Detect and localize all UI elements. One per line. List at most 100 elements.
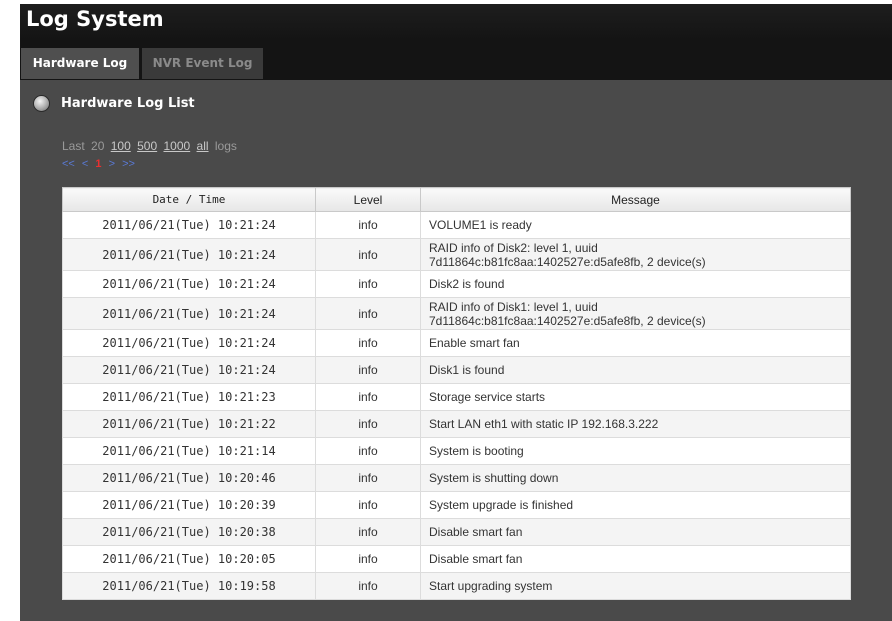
cell-level: info (315, 491, 421, 519)
message-line: System is booting (429, 444, 524, 458)
section-title: Hardware Log List (61, 95, 195, 111)
cell-message: Start LAN eth1 with static IP 192.168.3.… (420, 410, 851, 438)
cell-datetime: 2011/06/21(Tue) 10:21:24 (62, 356, 316, 384)
message-line: Start upgrading system (429, 579, 553, 593)
message-line: System upgrade is finished (429, 498, 574, 512)
cell-level: info (315, 297, 421, 330)
hardware-log-table: Date / Time Level Message 2011/06/21(Tue… (62, 187, 851, 600)
cell-level: info (315, 410, 421, 438)
message-line: Disable smart fan (429, 525, 523, 539)
table-row: 2011/06/21(Tue) 10:20:05 info Disable sm… (62, 545, 851, 573)
message-line: System is shutting down (429, 471, 559, 485)
cell-message: Enable smart fan (420, 329, 851, 357)
log-count-option-1000[interactable]: 1000 (163, 139, 190, 153)
table-row: 2011/06/21(Tue) 10:20:46 info System is … (62, 464, 851, 492)
message-line: 7d11864c:b81fc8aa:1402527e:d5afe8fb, 2 d… (429, 313, 706, 328)
cell-datetime: 2011/06/21(Tue) 10:21:24 (62, 270, 316, 298)
message-line: VOLUME1 is ready (429, 218, 532, 232)
table-row: 2011/06/21(Tue) 10:20:38 info Disable sm… (62, 518, 851, 546)
table-header-row: Date / Time Level Message (62, 187, 851, 212)
cell-datetime: 2011/06/21(Tue) 10:21:24 (62, 238, 316, 271)
log-count-prefix: Last (62, 139, 85, 153)
first-page-link[interactable]: << (62, 158, 75, 170)
cell-message: Disk1 is found (420, 356, 851, 384)
table-row: 2011/06/21(Tue) 10:21:24 info Enable sma… (62, 329, 851, 357)
message-line: Disk2 is found (429, 277, 505, 291)
table-row: 2011/06/21(Tue) 10:19:58 info Start upgr… (62, 572, 851, 600)
cell-message: Disk2 is found (420, 270, 851, 298)
cell-message: Storage service starts (420, 383, 851, 411)
cell-message: RAID info of Disk2: level 1, uuid 7d11864… (420, 238, 851, 271)
cell-message: VOLUME1 is ready (420, 211, 851, 239)
current-page: 1 (95, 158, 102, 170)
bullet-icon (34, 95, 49, 111)
table-row: 2011/06/21(Tue) 10:21:24 info RAID info … (62, 238, 851, 271)
cell-datetime: 2011/06/21(Tue) 10:21:14 (62, 437, 316, 465)
next-page-link[interactable]: > (109, 158, 115, 170)
message-line: Start LAN eth1 with static IP 192.168.3.… (429, 417, 659, 431)
cell-level: info (315, 383, 421, 411)
log-count-option-100[interactable]: 100 (111, 139, 131, 153)
cell-message: Start upgrading system (420, 572, 851, 600)
log-count-option-all[interactable]: all (197, 139, 209, 153)
cell-level: info (315, 437, 421, 465)
pagination: << < 1 > >> (62, 158, 139, 170)
cell-message: RAID info of Disk1: level 1, uuid 7d11864… (420, 297, 851, 330)
title-bar: Log System (20, 4, 892, 40)
table-row: 2011/06/21(Tue) 10:21:23 info Storage se… (62, 383, 851, 411)
cell-datetime: 2011/06/21(Tue) 10:20:46 (62, 464, 316, 492)
column-header-datetime[interactable]: Date / Time (62, 187, 316, 212)
last-page-link[interactable]: >> (122, 158, 135, 170)
cell-message: Disable smart fan (420, 518, 851, 546)
cell-datetime: 2011/06/21(Tue) 10:21:24 (62, 329, 316, 357)
cell-level: info (315, 270, 421, 298)
table-row: 2011/06/21(Tue) 10:21:24 info RAID info … (62, 297, 851, 330)
cell-level: info (315, 211, 421, 239)
tab-hardware-log[interactable]: Hardware Log (21, 48, 139, 79)
column-header-message[interactable]: Message (420, 187, 851, 212)
cell-datetime: 2011/06/21(Tue) 10:20:39 (62, 491, 316, 519)
cell-level: info (315, 329, 421, 357)
tab-nvr-event-log[interactable]: NVR Event Log (142, 48, 263, 79)
table-row: 2011/06/21(Tue) 10:21:24 info VOLUME1 is… (62, 211, 851, 239)
message-line: Enable smart fan (429, 336, 520, 350)
table-row: 2011/06/21(Tue) 10:21:24 info Disk1 is f… (62, 356, 851, 384)
cell-datetime: 2011/06/21(Tue) 10:21:22 (62, 410, 316, 438)
log-count-option-current: 20 (91, 139, 105, 153)
log-count-suffix: logs (214, 139, 237, 153)
message-line: RAID info of Disk2: level 1, uuid (429, 240, 598, 255)
cell-level: info (315, 356, 421, 384)
cell-datetime: 2011/06/21(Tue) 10:19:58 (62, 572, 316, 600)
message-line: Disable smart fan (429, 552, 523, 566)
window-title: Log System (26, 7, 164, 31)
table-row: 2011/06/21(Tue) 10:21:24 info Disk2 is f… (62, 270, 851, 298)
log-count-selector: Last 20 100 500 1000 all logs (62, 139, 237, 153)
cell-level: info (315, 518, 421, 546)
log-count-option-500[interactable]: 500 (137, 139, 157, 153)
tab-bar: Hardware Log NVR Event Log (20, 40, 892, 80)
cell-level: info (315, 572, 421, 600)
cell-datetime: 2011/06/21(Tue) 10:20:05 (62, 545, 316, 573)
table-row: 2011/06/21(Tue) 10:20:39 info System upg… (62, 491, 851, 519)
section-header: Hardware Log List (34, 92, 195, 114)
column-header-level[interactable]: Level (315, 187, 421, 212)
cell-datetime: 2011/06/21(Tue) 10:21:23 (62, 383, 316, 411)
cell-datetime: 2011/06/21(Tue) 10:21:24 (62, 297, 316, 330)
prev-page-link[interactable]: < (82, 158, 88, 170)
cell-message: Disable smart fan (420, 545, 851, 573)
cell-level: info (315, 238, 421, 271)
log-system-window: Log System Hardware Log NVR Event Log Ha… (20, 4, 892, 621)
cell-message: System is shutting down (420, 464, 851, 492)
message-line: RAID info of Disk1: level 1, uuid (429, 299, 598, 314)
cell-datetime: 2011/06/21(Tue) 10:20:38 (62, 518, 316, 546)
cell-message: System upgrade is finished (420, 491, 851, 519)
cell-level: info (315, 545, 421, 573)
message-line: 7d11864c:b81fc8aa:1402527e:d5afe8fb, 2 d… (429, 254, 706, 269)
cell-message: System is booting (420, 437, 851, 465)
table-row: 2011/06/21(Tue) 10:21:22 info Start LAN … (62, 410, 851, 438)
message-line: Storage service starts (429, 390, 546, 404)
cell-level: info (315, 464, 421, 492)
message-line: Disk1 is found (429, 363, 505, 377)
table-row: 2011/06/21(Tue) 10:21:14 info System is … (62, 437, 851, 465)
cell-datetime: 2011/06/21(Tue) 10:21:24 (62, 211, 316, 239)
